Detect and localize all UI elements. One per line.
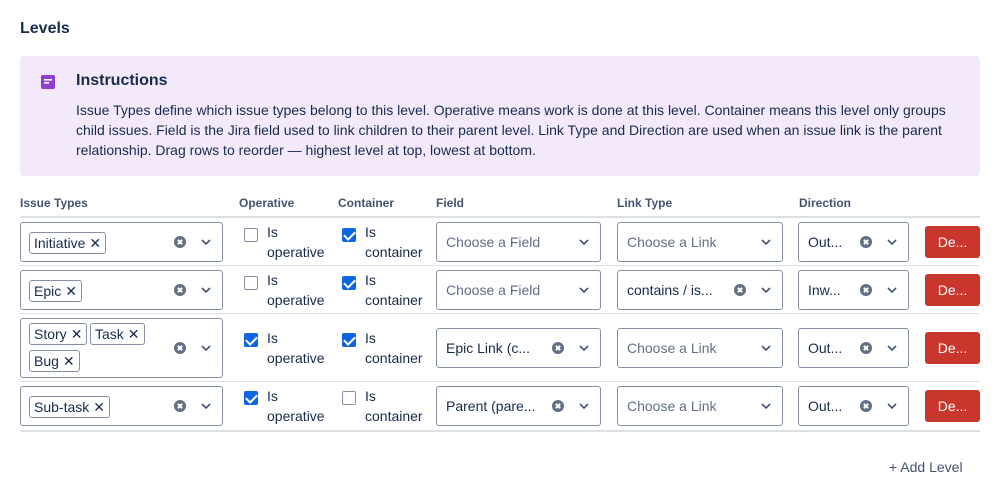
chevron-down-icon[interactable]: [578, 401, 590, 411]
column-header-operative: Operative: [239, 196, 295, 210]
chevron-down-icon[interactable]: [200, 343, 212, 353]
remove-tag-icon[interactable]: ✕: [71, 324, 83, 344]
instructions-body: Issue Types define which issue types bel…: [76, 102, 946, 158]
direction-select[interactable]: Inw...: [798, 270, 909, 310]
note-icon: [41, 75, 55, 89]
chevron-down-icon[interactable]: [886, 343, 898, 353]
remove-tag-icon[interactable]: ✕: [89, 233, 101, 253]
column-header-link-type: Link Type: [617, 196, 673, 210]
remove-tag-icon[interactable]: ✕: [63, 351, 75, 371]
issue-types-select[interactable]: Sub-task ✕: [20, 386, 223, 426]
link-type-select[interactable]: contains / is...: [617, 270, 783, 310]
instructions-panel: Instructions Issue Types define which is…: [20, 56, 980, 176]
clear-icon[interactable]: [552, 400, 564, 412]
column-header-issue-types: Issue Types: [20, 196, 88, 210]
chevron-down-icon[interactable]: [886, 285, 898, 295]
clear-icon[interactable]: [174, 342, 186, 354]
column-header-direction: Direction: [799, 196, 852, 210]
issue-type-tag: Task ✕: [90, 323, 145, 345]
container-label: Is container: [365, 388, 423, 424]
delete-button[interactable]: De...: [925, 226, 980, 258]
operative-label: Is operative: [267, 272, 325, 308]
container-checkbox[interactable]: [342, 333, 356, 347]
column-header-container: Container: [338, 196, 395, 210]
container-label: Is container: [365, 330, 423, 366]
link-type-select[interactable]: Choose a Link: [617, 386, 783, 426]
operative-checkbox[interactable]: [244, 228, 258, 242]
chevron-down-icon[interactable]: [886, 237, 898, 247]
operative-checkbox[interactable]: [244, 391, 258, 405]
clear-icon[interactable]: [860, 284, 872, 296]
clear-icon[interactable]: [734, 284, 746, 296]
remove-tag-icon[interactable]: ✕: [65, 281, 77, 301]
remove-tag-icon[interactable]: ✕: [93, 397, 105, 417]
column-header-field: Field: [436, 196, 465, 210]
field-select[interactable]: Choose a Field: [436, 222, 601, 262]
clear-icon[interactable]: [552, 342, 564, 354]
chevron-down-icon[interactable]: [578, 285, 590, 295]
issue-type-tag: Bug ✕: [29, 350, 80, 372]
clear-icon[interactable]: [174, 236, 186, 248]
issue-type-tag: Story ✕: [29, 323, 88, 345]
chevron-down-icon[interactable]: [760, 285, 772, 295]
operative-label: Is operative: [267, 330, 325, 366]
operative-checkbox[interactable]: [244, 276, 258, 290]
chevron-down-icon[interactable]: [760, 237, 772, 247]
operative-label: Is operative: [267, 388, 325, 424]
link-type-select[interactable]: Choose a Link: [617, 222, 783, 262]
field-select[interactable]: Epic Link (c...: [436, 328, 601, 368]
container-checkbox[interactable]: [342, 228, 356, 242]
operative-checkbox[interactable]: [244, 333, 258, 347]
chevron-down-icon[interactable]: [578, 237, 590, 247]
clear-icon[interactable]: [174, 400, 186, 412]
chevron-down-icon[interactable]: [760, 401, 772, 411]
chevron-down-icon[interactable]: [886, 401, 898, 411]
row-divider: [20, 313, 980, 314]
row-divider: [20, 381, 980, 382]
chevron-down-icon[interactable]: [578, 343, 590, 353]
container-checkbox[interactable]: [342, 276, 356, 290]
row-divider: [20, 265, 980, 266]
chevron-down-icon[interactable]: [200, 285, 212, 295]
clear-icon[interactable]: [174, 284, 186, 296]
issue-types-select[interactable]: Initiative ✕: [20, 222, 223, 262]
instructions-title: Instructions: [76, 72, 168, 89]
header-divider: [20, 216, 980, 218]
link-type-select[interactable]: Choose a Link: [617, 328, 783, 368]
section-title: Levels: [20, 20, 70, 37]
issue-type-tag: Epic ✕: [29, 280, 82, 302]
clear-icon[interactable]: [860, 400, 872, 412]
field-select[interactable]: Choose a Field: [436, 270, 601, 310]
add-level-button[interactable]: + Add Level: [889, 459, 963, 475]
row-divider: [20, 430, 980, 432]
clear-icon[interactable]: [860, 236, 872, 248]
issue-type-tag: Sub-task ✕: [29, 396, 110, 418]
container-checkbox[interactable]: [342, 391, 356, 405]
clear-icon[interactable]: [860, 342, 872, 354]
chevron-down-icon[interactable]: [200, 237, 212, 247]
issue-types-select[interactable]: Epic ✕: [20, 270, 223, 310]
chevron-down-icon[interactable]: [200, 401, 212, 411]
delete-button[interactable]: De...: [925, 390, 980, 422]
direction-select[interactable]: Out...: [798, 222, 909, 262]
container-label: Is container: [365, 272, 423, 308]
direction-select[interactable]: Out...: [798, 328, 909, 368]
direction-select[interactable]: Out...: [798, 386, 909, 426]
delete-button[interactable]: De...: [925, 274, 980, 306]
delete-button[interactable]: De...: [925, 332, 980, 364]
operative-label: Is operative: [267, 224, 325, 260]
field-select[interactable]: Parent (pare...: [436, 386, 601, 426]
chevron-down-icon[interactable]: [760, 343, 772, 353]
issue-types-select[interactable]: Story ✕ Task ✕ Bug ✕: [20, 318, 223, 378]
issue-type-tag: Initiative ✕: [29, 232, 107, 254]
remove-tag-icon[interactable]: ✕: [128, 324, 140, 344]
container-label: Is container: [365, 224, 423, 260]
